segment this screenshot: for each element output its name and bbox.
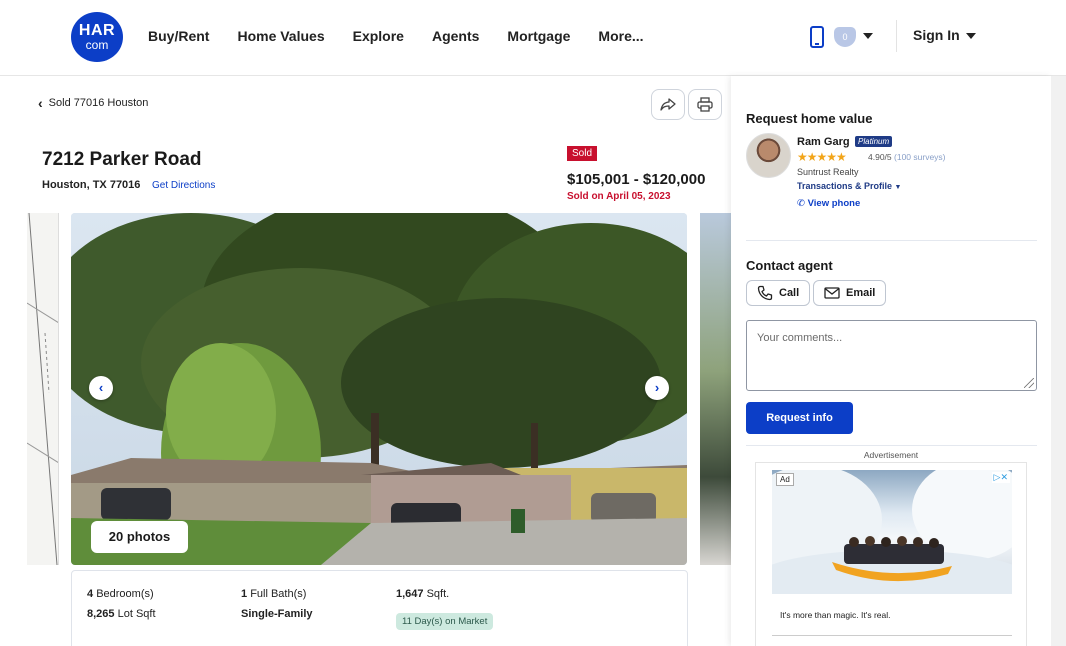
ad-tagline[interactable]: It's more than magic. It's real. [780,610,890,620]
previous-photo-thumbnail-plat-map[interactable] [27,213,59,565]
nav-explore[interactable]: Explore [353,28,404,44]
request-info-button[interactable]: Request info [746,402,853,434]
phone-icon [757,285,773,301]
fact-baths: 1 Full Bath(s) [241,588,307,600]
share-button[interactable] [651,89,685,120]
platinum-badge: Platinum [855,136,893,147]
print-icon [697,97,713,112]
mobile-app-icon[interactable] [810,26,824,48]
get-directions-link[interactable]: Get Directions [152,180,215,191]
photos-count-button[interactable]: 20 photos [91,521,188,553]
site-header: HAR com Buy/Rent Home Values Explore Age… [0,0,1066,76]
nav-buy-rent[interactable]: Buy/Rent [148,28,209,44]
nav-home-values[interactable]: Home Values [237,28,324,44]
chevron-left-icon: ‹ [38,94,43,111]
page-scroll-gutter [1051,76,1066,646]
ad-tag: Ad [776,473,794,486]
avatar[interactable] [746,133,791,178]
sign-in-chevron-down-icon[interactable] [966,33,976,39]
photo-next-button[interactable]: › [645,376,669,400]
adchoices-icon[interactable]: ▷✕ [991,472,1010,483]
main-nav: Buy/Rent Home Values Explore Agents Mort… [148,28,672,44]
print-button[interactable] [688,89,722,120]
favorites-heart-icon[interactable]: 0 [834,27,856,47]
share-icon [660,97,676,111]
transactions-profile-dropdown[interactable]: Transactions & Profile ▼ [797,181,901,191]
comments-textarea[interactable]: Your comments... [746,320,1037,391]
agent-rating: 4.90/5 (100 surveys) [868,152,946,162]
fact-sqft: 1,647 Sqft. [396,588,450,600]
resize-handle-icon[interactable] [1024,378,1034,388]
ad-image[interactable]: Ad ▷✕ [772,470,1012,594]
nav-more[interactable]: More... [598,28,643,44]
section-divider [746,240,1037,241]
view-phone-link[interactable]: ✆ View phone [797,198,860,209]
main-property-photo[interactable] [71,213,687,565]
section-divider [746,445,1037,446]
request-home-value-title: Request home value [746,111,873,126]
agent-name[interactable]: Ram Garg [797,136,850,148]
har-logo[interactable]: HAR com [71,12,123,62]
rating-stars-icon: ★★★★★ [797,150,847,164]
favorites-chevron-down-icon[interactable] [863,33,873,39]
sold-date: Sold on April 05, 2023 [567,191,671,202]
advertisement-box[interactable]: Ad ▷✕ It's more than magic. It's real. [755,462,1027,646]
back-link-label: Sold 77016 Houston [48,97,149,109]
phone-icon: ✆ [797,198,805,209]
advertisement-label: Advertisement [863,450,919,460]
contact-agent-title: Contact agent [746,258,833,273]
agent-brokerage: Suntrust Realty [797,167,859,177]
photo-prev-button[interactable]: ‹ [89,376,113,400]
next-photo-thumbnail[interactable] [700,213,731,565]
status-badge: Sold [567,146,598,161]
property-facts-card: 4 Bedroom(s) 1 Full Bath(s) 1,647 Sqft. … [71,570,688,646]
sign-in-button[interactable]: Sign In [913,27,960,43]
envelope-icon [824,287,840,299]
chevron-down-icon: ▼ [894,184,902,191]
days-on-market-badge: 11 Day(s) on Market [396,613,494,630]
nav-mortgage[interactable]: Mortgage [507,28,570,44]
ad-divider [772,635,1012,636]
call-button[interactable]: Call [746,280,811,306]
fact-bedrooms: 4 Bedroom(s) [87,588,154,600]
property-address: 7212 Parker Road [42,149,202,170]
water-ride-illustration [772,470,1012,594]
email-button[interactable]: Email [813,280,887,306]
back-link[interactable]: ‹ Sold 77016 Houston [38,94,149,111]
sold-price-range: $105,001 - $120,000 [567,171,706,188]
house-photo-illustration [71,213,687,565]
fact-lot-size: 8,265 Lot Sqft [87,608,156,620]
nav-agents[interactable]: Agents [432,28,479,44]
plat-map-drawing [27,213,58,565]
header-divider [896,20,897,52]
survey-count[interactable]: (100 surveys) [894,152,946,162]
fact-property-type: Single-Family [241,608,313,620]
property-city-state: Houston, TX 77016 [42,179,141,191]
agent-contact-panel: Request home value Ram Garg Platinum ★★★… [731,76,1051,646]
